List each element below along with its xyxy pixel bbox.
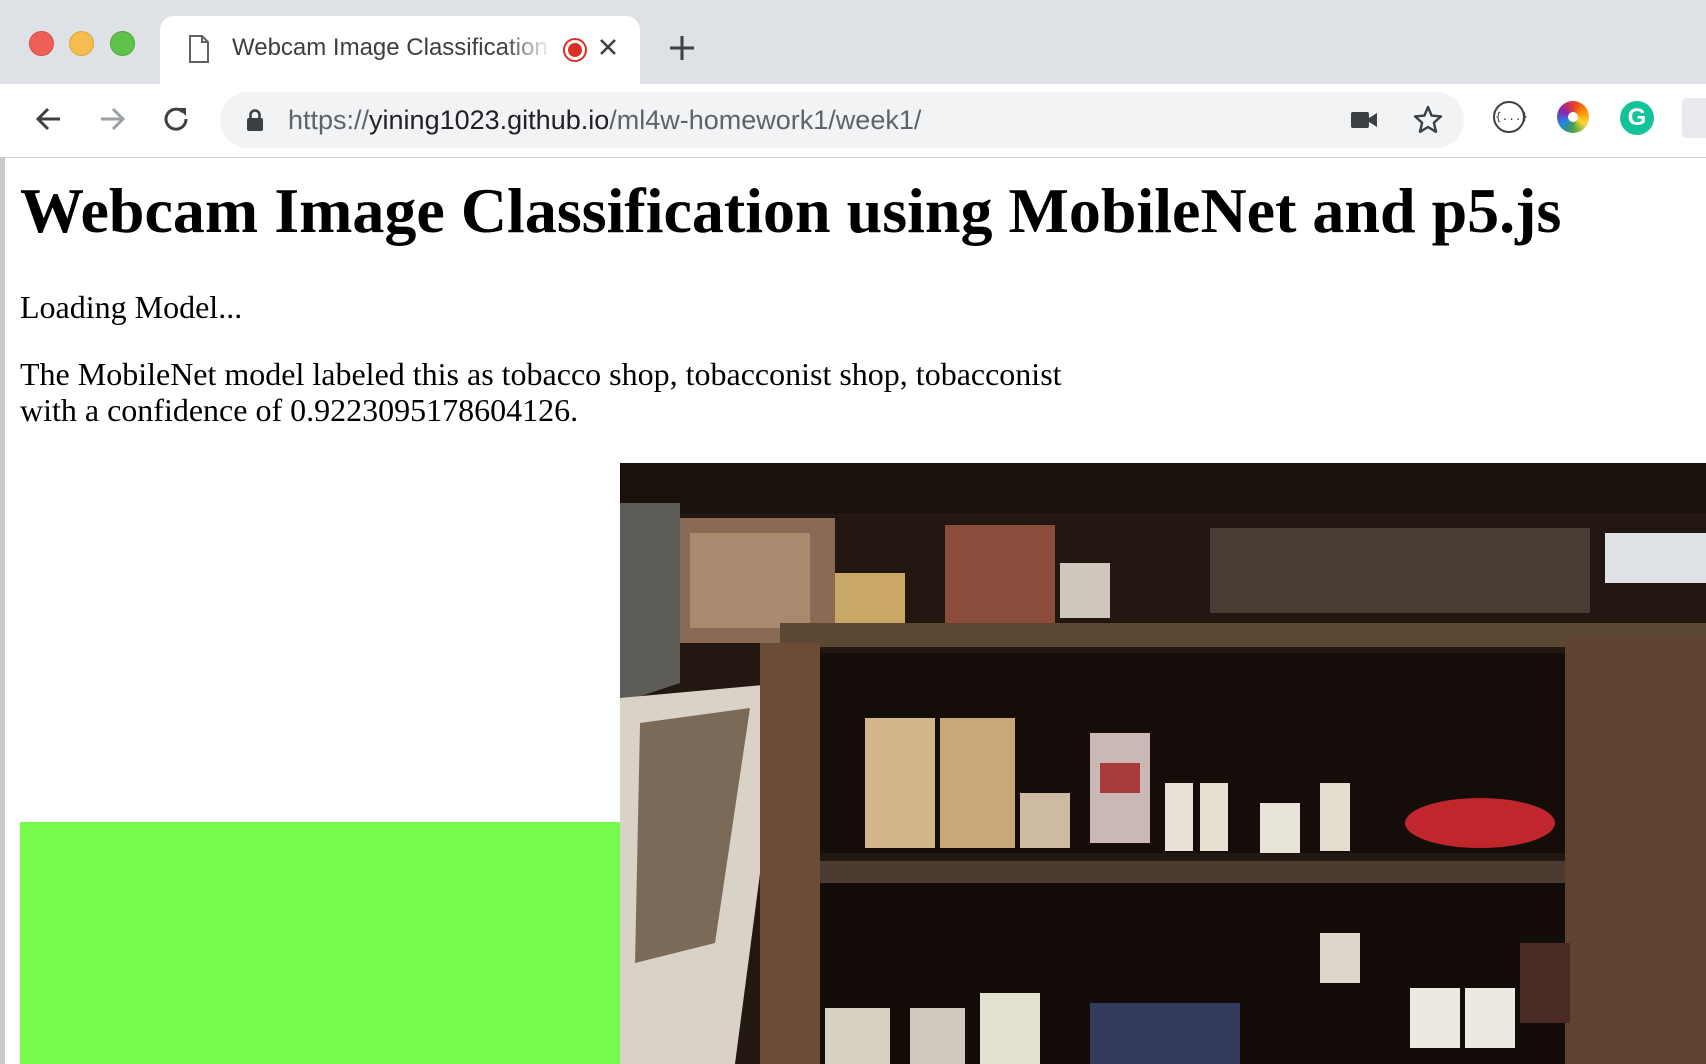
minimize-window-button[interactable] [69, 31, 94, 56]
page-title: Webcam Image Classification using Mobile… [20, 175, 1562, 246]
url-path: /ml4w-homework1/week1/ [609, 105, 922, 135]
page-content: Webcam Image Classification using Mobile… [0, 158, 1706, 1064]
maximize-window-button[interactable] [110, 31, 135, 56]
video-camera-icon[interactable] [1350, 109, 1378, 131]
tab-strip: Webcam Image Classification using Mobile… [0, 0, 1706, 84]
react-devtools-extension-icon[interactable] [1682, 98, 1706, 138]
back-arrow-icon[interactable] [34, 104, 64, 134]
json-viewer-extension-icon[interactable]: {...} [1493, 101, 1528, 133]
url-scheme: https:// [288, 105, 370, 135]
webcam-video-feed [620, 463, 1706, 1064]
plus-icon[interactable] [668, 34, 696, 62]
classification-result: The MobileNet model labeled this as toba… [20, 356, 1062, 428]
lock-icon[interactable] [246, 108, 264, 132]
shop-shelves-image [620, 463, 1706, 1064]
model-status-text: Loading Model... [20, 289, 243, 325]
close-icon[interactable] [597, 36, 619, 58]
reload-icon[interactable] [161, 104, 191, 134]
tab-title: Webcam Image Classification using Mobile… [232, 34, 552, 61]
color-picker-extension-icon[interactable] [1557, 101, 1589, 133]
browser-toolbar: https://yining1023.github.io/ml4w-homewo… [0, 84, 1706, 158]
recording-icon [563, 38, 587, 62]
result-confidence-line: with a confidence of 0.9223095178604126. [20, 392, 579, 428]
url-host: yining1023.github.io [369, 105, 610, 135]
document-icon [189, 35, 209, 63]
url-text: https://yining1023.github.io/ml4w-homewo… [288, 105, 921, 136]
result-label-line: The MobileNet model labeled this as toba… [20, 356, 1062, 392]
active-tab[interactable]: Webcam Image Classification using Mobile… [160, 16, 640, 84]
star-icon[interactable] [1412, 104, 1444, 136]
close-window-button[interactable] [29, 31, 54, 56]
address-bar[interactable]: https://yining1023.github.io/ml4w-homewo… [220, 92, 1464, 148]
green-canvas-box [20, 822, 620, 1064]
forward-arrow-icon[interactable] [97, 104, 127, 134]
grammarly-extension-icon[interactable]: G [1620, 101, 1654, 135]
